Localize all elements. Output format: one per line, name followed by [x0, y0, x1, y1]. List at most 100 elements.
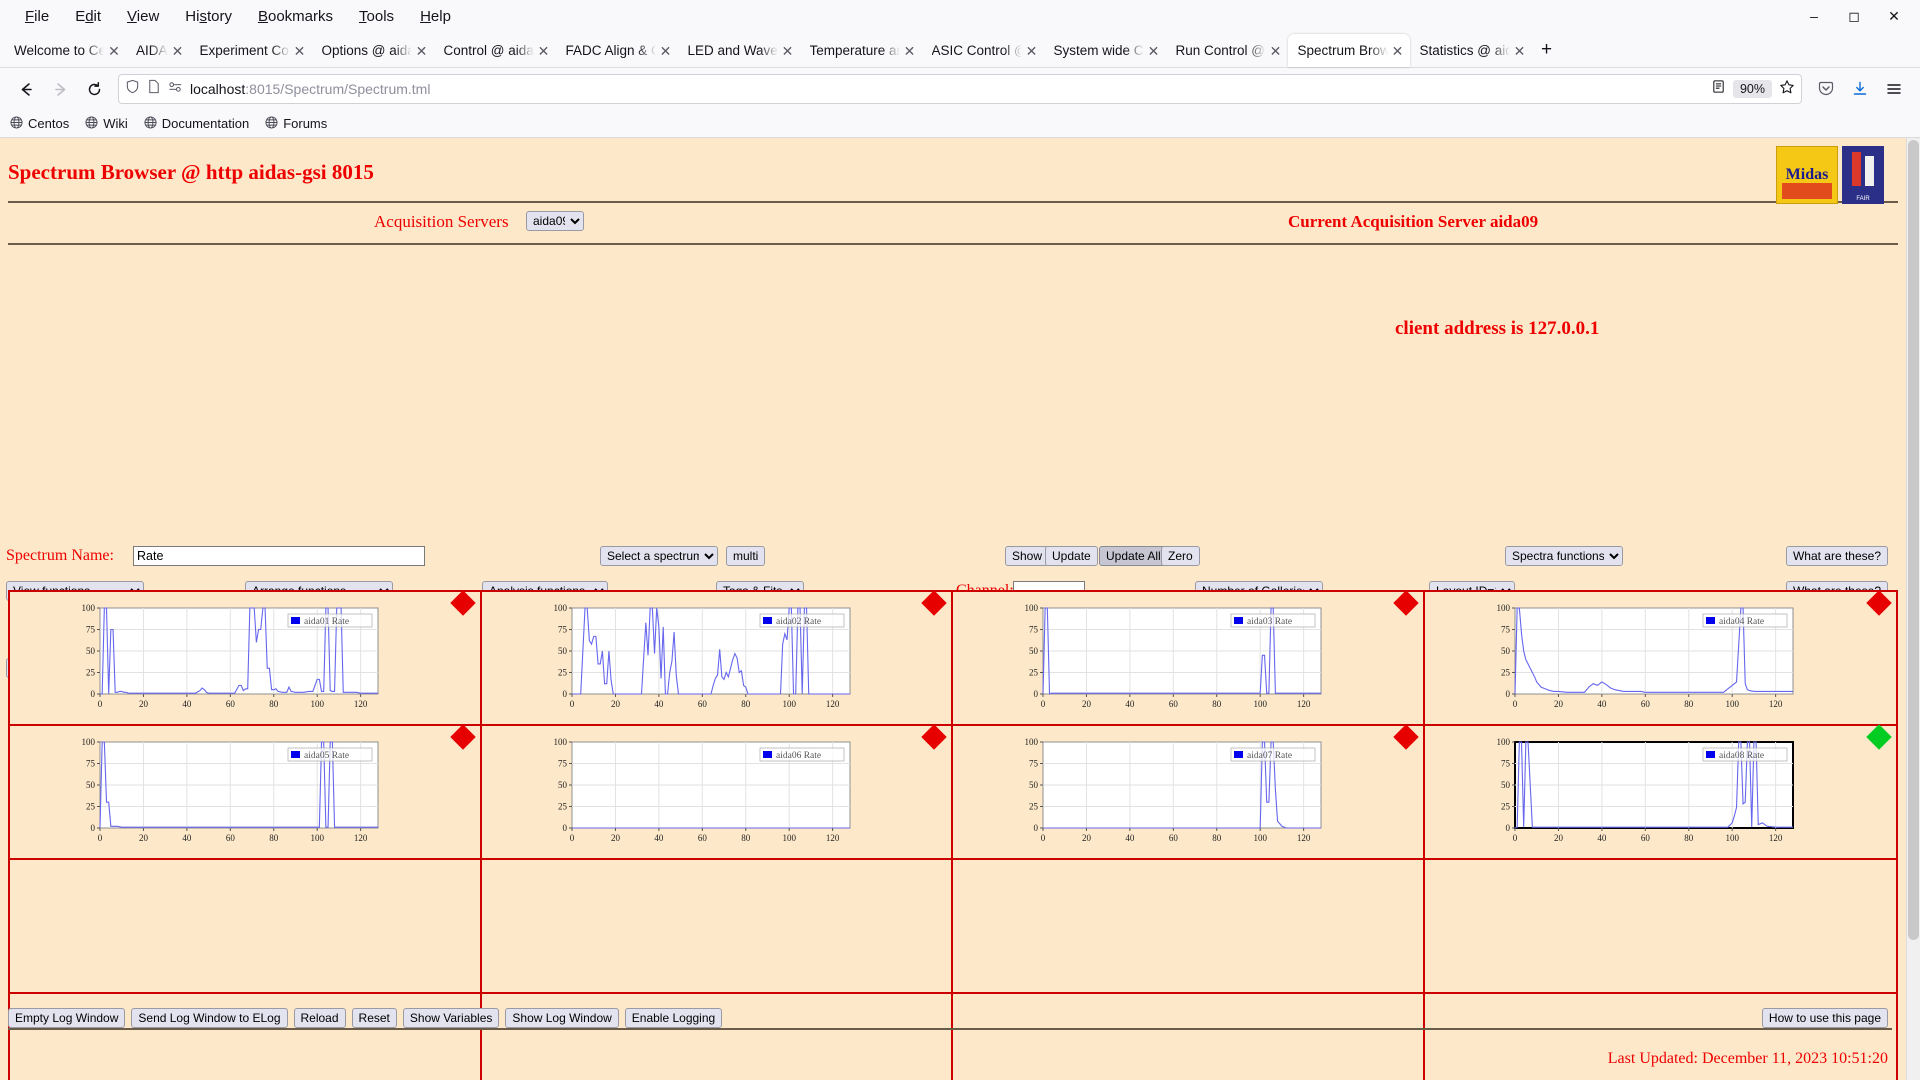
gallery-cell[interactable]: 0 25 50 75 100 0 20 40 60 80 100 120 aida02 Rate	[481, 590, 953, 726]
gallery-cell[interactable]	[10, 860, 482, 994]
url-text[interactable]: localhost:8015/Spectrum/Spectrum.tml	[190, 81, 1704, 97]
tab-close-icon[interactable]: ✕	[414, 43, 430, 59]
menu-edit[interactable]: Edit	[62, 5, 114, 28]
tab-close-icon[interactable]: ✕	[658, 43, 674, 59]
menu-view[interactable]: View	[114, 5, 172, 28]
browser-tab-3[interactable]: Options @ aidas-…✕	[312, 34, 434, 67]
show-button[interactable]: Show	[1005, 546, 1050, 566]
browser-tab-9[interactable]: System wide Che…✕	[1044, 34, 1166, 67]
gallery-cell[interactable]	[953, 860, 1425, 994]
select-spectrum-dropdown[interactable]: Select a spectrum	[600, 546, 718, 566]
pocket-icon[interactable]	[1810, 73, 1842, 105]
permissions-icon[interactable]	[168, 80, 183, 98]
gallery-cell[interactable]	[481, 994, 953, 1080]
zoom-level-badge[interactable]: 90%	[1732, 80, 1772, 98]
gallery-cell[interactable]	[953, 994, 1425, 1080]
spectrum-status-marker[interactable]	[1392, 724, 1419, 750]
tab-close-icon[interactable]: ✕	[780, 43, 796, 59]
spectrum-status-marker[interactable]	[1866, 724, 1892, 750]
footer-button-0[interactable]: Empty Log Window	[8, 1008, 126, 1028]
browser-tab-5[interactable]: FADC Align & Co…✕	[556, 34, 678, 67]
tab-close-icon[interactable]: ✕	[106, 43, 122, 59]
bookmark-star-icon[interactable]	[1779, 79, 1795, 100]
menu-history[interactable]: History	[172, 5, 245, 28]
footer-button-3[interactable]: Reset	[351, 1008, 397, 1028]
bookmark-documentation[interactable]: Documentation	[144, 115, 249, 132]
gallery-cell[interactable]	[481, 860, 953, 994]
browser-tab-12[interactable]: Statistics @ aidas…✕	[1410, 34, 1532, 67]
tab-close-icon[interactable]: ✕	[536, 43, 552, 59]
forward-icon[interactable]	[44, 73, 76, 105]
zero-button[interactable]: Zero	[1161, 546, 1200, 566]
footer-button-6[interactable]: Enable Logging	[624, 1008, 723, 1028]
bookmark-forums[interactable]: Forums	[265, 115, 327, 132]
browser-tab-1[interactable]: AIDA ✕	[126, 34, 190, 67]
spectrum-status-marker[interactable]	[1392, 590, 1419, 616]
spectrum-status-marker[interactable]	[921, 590, 947, 616]
app-menu-icon[interactable]	[1878, 73, 1910, 105]
footer-button-5[interactable]: Show Log Window	[505, 1008, 619, 1028]
browser-tab-0[interactable]: Welcome to Cent…✕	[4, 34, 126, 67]
browser-tab-6[interactable]: LED and Wavefor…✕	[678, 34, 800, 67]
browser-tab-10[interactable]: Run Control @ ai…✕	[1166, 34, 1288, 67]
spectra-functions-dropdown[interactable]: Spectra functions	[1505, 546, 1623, 566]
spectrum-name-input[interactable]	[133, 546, 425, 566]
spectrum-status-marker[interactable]	[921, 724, 947, 750]
reader-mode-icon[interactable]	[1711, 79, 1726, 99]
spectrum-status-marker[interactable]	[449, 724, 476, 750]
gallery-cell[interactable]	[1424, 860, 1896, 994]
browser-tab-11[interactable]: Spectrum Browse…✕	[1287, 34, 1410, 67]
spectrum-plot[interactable]: 0 25 50 75 100 0 20 40 60 80 100 120 aida08 Rate	[1477, 732, 1799, 850]
tab-close-icon[interactable]: ✕	[1268, 43, 1284, 59]
tab-close-icon[interactable]: ✕	[902, 43, 918, 59]
multi-button[interactable]: multi	[726, 546, 766, 566]
acquisition-server-select[interactable]: aida09	[526, 211, 584, 231]
menu-bookmarks[interactable]: Bookmarks	[245, 5, 346, 28]
url-bar[interactable]: localhost:8015/Spectrum/Spectrum.tml 90%	[118, 74, 1802, 104]
bookmark-centos[interactable]: Centos	[10, 115, 69, 132]
menu-file[interactable]: File	[12, 5, 62, 28]
downloads-icon[interactable]	[1844, 73, 1876, 105]
spectrum-plot[interactable]: 0 25 50 75 100 0 20 40 60 80 100 120 aida03 Rate	[1005, 598, 1327, 716]
spectrum-plot[interactable]: 0 25 50 75 100 0 20 40 60 80 100 120 aida06 Rate	[534, 732, 856, 850]
tab-close-icon[interactable]: ✕	[1024, 43, 1040, 59]
spectrum-status-marker[interactable]	[1866, 590, 1892, 616]
page-scrollbar[interactable]	[1906, 138, 1920, 1080]
tab-close-icon[interactable]: ✕	[1390, 43, 1406, 59]
tab-close-icon[interactable]: ✕	[1512, 43, 1528, 59]
browser-tab-7[interactable]: Temperature and…✕	[800, 34, 922, 67]
footer-button-2[interactable]: Reload	[293, 1008, 346, 1028]
what-are-these-button-1[interactable]: What are these?	[1785, 546, 1888, 566]
gallery-cell[interactable]: 0 25 50 75 100 0 20 40 60 80 100 120 aida03 Rate	[953, 590, 1425, 726]
how-to-use-button[interactable]: How to use this page	[1761, 1008, 1888, 1028]
menu-help[interactable]: Help	[407, 5, 464, 28]
maximize-icon[interactable]: ◻	[1834, 0, 1874, 32]
gallery-cell[interactable]: 0 25 50 75 100 0 20 40 60 80 100 120 aida06 Rate	[481, 724, 953, 860]
spectrum-plot[interactable]: 0 25 50 75 100 0 20 40 60 80 100 120 aida01 Rate	[62, 598, 384, 716]
browser-tab-8[interactable]: ASIC Control @ a…✕	[922, 34, 1044, 67]
bookmark-wiki[interactable]: Wiki	[85, 115, 128, 132]
gallery-cell[interactable]: 0 25 50 75 100 0 20 40 60 80 100 120 aida01 Rate	[10, 590, 482, 726]
gallery-cell[interactable]: 0 25 50 75 100 0 20 40 60 80 100 120 aida07 Rate	[953, 724, 1425, 860]
shield-icon[interactable]	[125, 79, 140, 99]
reload-icon[interactable]	[78, 73, 110, 105]
spectrum-status-marker[interactable]	[449, 590, 476, 616]
gallery-cell[interactable]: 0 25 50 75 100 0 20 40 60 80 100 120 aida04 Rate	[1424, 590, 1896, 726]
footer-button-4[interactable]: Show Variables	[402, 1008, 500, 1028]
gallery-cell[interactable]: 0 25 50 75 100 0 20 40 60 80 100 120 aida08 Rate	[1424, 724, 1896, 860]
browser-tab-4[interactable]: Control @ aidas-…✕	[434, 34, 556, 67]
gallery-cell[interactable]: 0 25 50 75 100 0 20 40 60 80 100 120 aida05 Rate	[10, 724, 482, 860]
spectrum-plot[interactable]: 0 25 50 75 100 0 20 40 60 80 100 120 aida04 Rate	[1477, 598, 1799, 716]
footer-button-1[interactable]: Send Log Window to ELog	[131, 1008, 288, 1028]
gallery-cell[interactable]	[10, 994, 482, 1080]
back-icon[interactable]	[10, 73, 42, 105]
spectrum-plot[interactable]: 0 25 50 75 100 0 20 40 60 80 100 120 aida02 Rate	[534, 598, 856, 716]
close-icon[interactable]: ✕	[1874, 0, 1914, 32]
new-tab-button[interactable]: +	[1532, 35, 1562, 65]
spectrum-plot[interactable]: 0 25 50 75 100 0 20 40 60 80 100 120 aida07 Rate	[1005, 732, 1327, 850]
update-button[interactable]: Update	[1045, 546, 1098, 566]
update-all-button[interactable]: Update All	[1099, 546, 1168, 566]
spectrum-plot[interactable]: 0 25 50 75 100 0 20 40 60 80 100 120 aida05 Rate	[62, 732, 384, 850]
tab-close-icon[interactable]: ✕	[170, 43, 186, 59]
tab-close-icon[interactable]: ✕	[1146, 43, 1162, 59]
